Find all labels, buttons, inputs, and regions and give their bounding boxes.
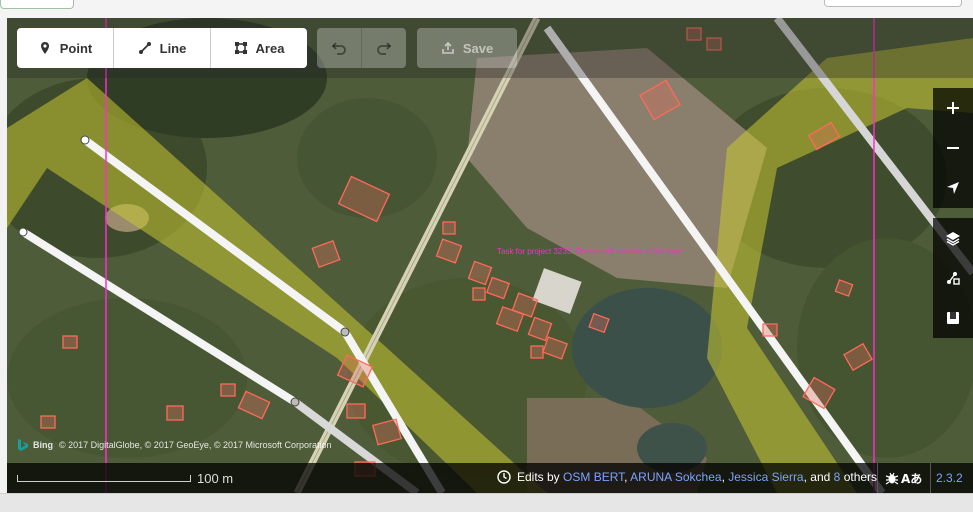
redo-button[interactable] (362, 28, 406, 68)
scale-bar (17, 475, 191, 482)
svg-text:Aあ: Aあ (901, 472, 922, 485)
background-layers-button[interactable] (933, 218, 973, 258)
imagery-copyright: © 2017 DigitalGlobe, © 2017 GeoEye, © 20… (59, 440, 332, 450)
satellite-imagery (7, 18, 973, 493)
undo-icon (331, 42, 346, 55)
layers-icon (946, 232, 960, 246)
zoom-in-icon (947, 102, 959, 114)
line-icon (138, 42, 151, 54)
top-right-tab[interactable] (824, 0, 962, 7)
add-point-button[interactable]: Point (17, 28, 114, 68)
help-button[interactable] (933, 298, 973, 338)
translate-icon: Aあ (901, 472, 922, 485)
browser-top-strip (0, 0, 973, 18)
area-icon (234, 42, 247, 54)
contributor-separator: , (624, 470, 628, 484)
left-sidebar-edge (0, 18, 7, 493)
bing-logo: Bing (17, 438, 53, 452)
top-left-tab[interactable] (0, 0, 74, 9)
map-controls-top (933, 88, 973, 208)
help-icon (947, 312, 959, 324)
bing-label: Bing (33, 440, 53, 450)
area-label: Area (255, 40, 285, 56)
task-boundary-notice: Task for project 3233. Do not edit outsi… (497, 247, 682, 256)
top-toolbar: Point Line Area Save (7, 18, 973, 78)
others-label: others (843, 470, 878, 484)
save-button[interactable]: Save (417, 28, 517, 68)
upload-icon (442, 41, 454, 54)
contributor-link[interactable]: ARUNA Sokchea (630, 470, 721, 484)
undo-button[interactable] (317, 28, 362, 68)
browser-status-bar (0, 493, 973, 512)
clock-icon (497, 470, 511, 484)
geolocate-icon (947, 182, 959, 194)
issues-button[interactable]: Aあ (877, 463, 930, 493)
edits-by-label: Edits by (517, 470, 560, 484)
imagery-attribution: Bing © 2017 DigitalGlobe, © 2017 GeoEye,… (17, 438, 332, 452)
map-data-button[interactable] (933, 258, 973, 298)
geolocate-button[interactable] (933, 168, 973, 208)
version-link[interactable]: 2.3.2 (930, 463, 968, 493)
map-footer: 100 m Edits by OSM BERT, ARUNA Sokchea, … (7, 463, 973, 493)
redo-icon (377, 42, 392, 55)
scale-label: 100 m (197, 471, 234, 486)
map-controls-panels (933, 218, 973, 338)
footer-right: Aあ 2.3.2 (877, 463, 973, 493)
point-icon (40, 42, 49, 54)
bing-icon (18, 439, 28, 451)
others-count-link[interactable]: 8 (834, 470, 841, 484)
zoom-out-icon (947, 147, 959, 149)
contributor-separator: , (721, 470, 725, 484)
map-canvas[interactable]: Task for project 3233. Do not edit outsi… (7, 18, 973, 493)
mode-buttons: Point Line Area (17, 28, 307, 68)
contributor-link[interactable]: OSM BERT (563, 470, 624, 484)
add-area-button[interactable]: Area (211, 28, 307, 68)
zoom-in-button[interactable] (933, 88, 973, 128)
bug-icon (885, 472, 899, 485)
save-label: Save (462, 40, 494, 56)
zoom-out-button[interactable] (933, 128, 973, 168)
contributor-link[interactable]: Jessica Sierra (728, 470, 803, 484)
map-data-icon (947, 272, 960, 285)
add-line-button[interactable]: Line (114, 28, 211, 68)
and-label: , and (803, 470, 831, 484)
line-label: Line (159, 40, 187, 56)
undo-redo-group (317, 28, 406, 68)
point-label: Point (59, 40, 93, 56)
contributors-info: Edits by OSM BERT, ARUNA Sokchea, Jessic… (497, 470, 877, 484)
